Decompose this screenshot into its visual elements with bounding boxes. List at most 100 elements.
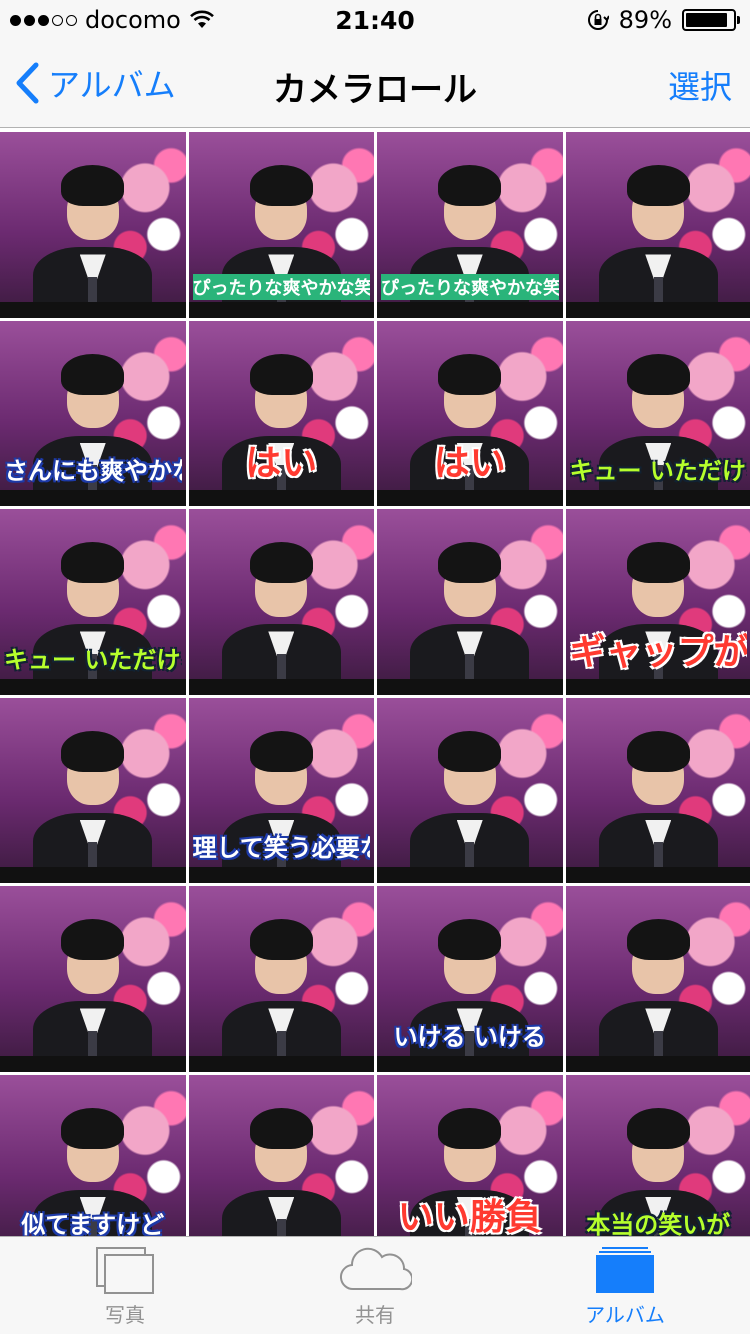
photo-grid: ぴったりな爽やかな笑顔に癒されぴったりな爽やかな笑顔に癒されさんにも爽やかな笑 は… [0, 132, 750, 1236]
photo-tv-bar [0, 678, 186, 695]
photos-icon [96, 1247, 154, 1294]
albums-icon [596, 1247, 654, 1293]
photo-hair [438, 353, 502, 395]
photo-hair [438, 919, 502, 961]
photo-hair [438, 730, 502, 772]
photo-thumbnail[interactable]: はい [188, 320, 374, 506]
photo-tv-bar [188, 301, 374, 318]
photo-thumbnail[interactable]: 似てますけど [0, 1074, 186, 1236]
photo-caption: ぴったりな爽やかな笑顔に癒され [192, 273, 370, 300]
photo-thumbnail[interactable] [565, 697, 750, 883]
status-right: 89% [587, 6, 740, 34]
photo-tv-bar [0, 301, 186, 318]
page-title: カメラロール [273, 70, 477, 110]
photo-tv-bar [188, 1055, 374, 1072]
photo-caption: いい勝負 [397, 1197, 542, 1236]
photo-hair [626, 1107, 690, 1149]
photo-tv-bar [0, 1055, 186, 1072]
tab-albums[interactable]: アルバム [500, 1237, 750, 1334]
tab-photos-label: 写真 [105, 1303, 145, 1327]
photo-caption: キュー いただける [569, 457, 748, 485]
photo-thumbnail[interactable] [377, 509, 563, 695]
photo-hair [61, 730, 125, 772]
photo-caption: 似てますけど [21, 1211, 165, 1236]
photo-hair [61, 353, 125, 395]
photo-tv-bar [188, 490, 374, 506]
photo-hair [438, 542, 502, 584]
photo-hair [249, 730, 313, 772]
photo-thumbnail[interactable] [188, 886, 374, 1072]
photo-tv-bar [188, 678, 374, 695]
photo-tv-bar [565, 1055, 750, 1072]
battery-icon [682, 9, 740, 31]
photo-thumbnail[interactable]: さんにも爽やかな笑 [0, 320, 186, 506]
photo-hair [61, 542, 125, 584]
photo-tie [276, 1219, 286, 1236]
photo-hair [249, 165, 313, 207]
photo-thumbnail[interactable] [0, 132, 186, 318]
photo-caption: はい [245, 443, 318, 484]
photo-hair [61, 165, 125, 207]
photo-tv-bar [377, 867, 563, 883]
photo-thumbnail[interactable] [188, 1074, 374, 1236]
select-button[interactable]: 選択 [668, 62, 732, 108]
photo-thumbnail[interactable]: キュー いただける [565, 320, 750, 506]
photo-caption: キュー いただける [4, 645, 182, 674]
navigation-bar: アルバム カメラロール 選択 [0, 40, 750, 128]
photo-tv-bar [565, 678, 750, 695]
photo-hair [249, 919, 313, 961]
photo-caption: はい [433, 443, 506, 484]
photo-tv-bar [565, 301, 750, 318]
tab-photos[interactable]: 写真 [0, 1237, 250, 1334]
photo-hair [249, 542, 313, 584]
rotation-lock-icon [587, 10, 609, 30]
status-bar: docomo 21:40 89% [0, 0, 750, 40]
photo-hair [249, 353, 313, 395]
photo-tv-bar [0, 490, 186, 506]
photo-thumbnail[interactable]: ギャップが見たい [565, 509, 750, 695]
photo-tv-bar [377, 301, 563, 318]
photo-hair [438, 1107, 502, 1149]
photo-thumbnail[interactable]: ぴったりな爽やかな笑顔に癒され [188, 132, 374, 318]
photo-hair [626, 165, 690, 207]
cloud-icon [340, 1247, 412, 1291]
photo-thumbnail[interactable] [565, 132, 750, 318]
tab-albums-label: アルバム [585, 1303, 665, 1327]
photo-hair [626, 542, 690, 584]
photo-thumbnail[interactable]: いける いける [377, 886, 563, 1072]
photo-thumbnail[interactable]: 本当の笑いが [565, 1074, 750, 1236]
photo-hair [626, 730, 690, 772]
photo-caption: ぴったりな爽やかな笑顔に癒され [381, 273, 559, 300]
photo-thumbnail[interactable] [0, 697, 186, 883]
tab-shared-label: 共有 [355, 1303, 395, 1327]
photo-thumbnail[interactable]: はい [377, 320, 563, 506]
photo-thumbnail[interactable]: いい勝負 [377, 1074, 563, 1236]
battery-percent: 89% [618, 6, 672, 34]
photo-hair [438, 165, 502, 207]
photo-thumbnail[interactable]: ぴったりな爽やかな笑顔に癒され [377, 132, 563, 318]
photo-thumbnail[interactable] [188, 509, 374, 695]
photo-thumbnail[interactable] [377, 697, 563, 883]
photo-tv-bar [565, 490, 750, 506]
photo-hair [626, 353, 690, 395]
photo-thumbnail[interactable] [0, 886, 186, 1072]
photo-caption: ギャップが見たい [569, 631, 748, 673]
tab-shared[interactable]: 共有 [250, 1237, 500, 1334]
photo-caption: いける いける [393, 1022, 546, 1051]
photo-hair [249, 1107, 313, 1149]
photo-tv-bar [377, 678, 563, 695]
photo-caption: 本当の笑いが [586, 1211, 731, 1236]
photo-thumbnail[interactable]: 理して笑う必要ない [188, 697, 374, 883]
photo-hair [61, 919, 125, 961]
photo-tv-bar [565, 867, 750, 883]
tab-bar: 写真 共有 アルバム [0, 1236, 750, 1334]
photo-caption: さんにも爽やかな笑 [4, 457, 182, 485]
photo-hair [626, 919, 690, 961]
photo-tv-bar [377, 1055, 563, 1072]
photo-hair [61, 1107, 125, 1149]
photo-thumbnail[interactable]: キュー いただける [0, 509, 186, 695]
photo-thumbnail[interactable] [565, 886, 750, 1072]
photo-tv-bar [0, 867, 186, 883]
photo-tv-bar [377, 490, 563, 506]
photo-tv-bar [188, 867, 374, 883]
